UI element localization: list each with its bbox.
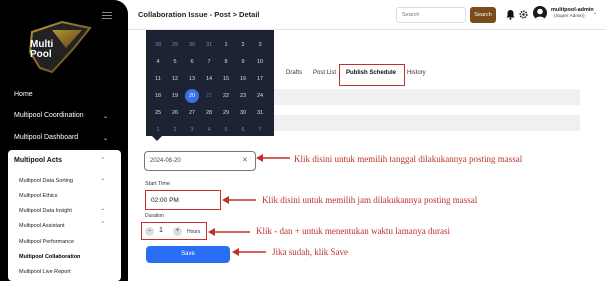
tab-post-list[interactable]: Post List [313,70,336,76]
duration-unit: Hours [187,229,201,235]
top-header: Collaboration Issue - Post > Detail Sear… [128,0,606,30]
calendar-day[interactable]: 18 [151,89,165,103]
calendar-day[interactable]: 5 [219,123,233,137]
duration-annotation: Klik - dan + untuk menentukan waktu lama… [256,226,451,236]
sidebar-item-coordination[interactable]: Multipool Coordination [14,112,84,119]
calendar-day[interactable]: 16 [236,72,250,86]
calendar-day[interactable]: 13 [185,72,199,86]
time-annotation: Klik disini untuk memilih jam dilakukann… [262,195,478,205]
calendar-day[interactable]: 20 [185,89,199,103]
calendar-day[interactable]: 24 [253,89,267,103]
chevron-up-icon[interactable]: ⌃ [101,221,105,227]
logo-text: Multi Pool [30,40,53,60]
content-row [262,89,580,105]
tab-history[interactable]: History [407,70,426,76]
duration-value[interactable]: 1 [159,227,163,234]
calendar-day[interactable]: 1 [219,38,233,52]
calendar-day[interactable]: 11 [151,72,165,86]
time-field[interactable]: 02:00 PM [145,190,221,210]
calendar-day[interactable]: 19 [168,89,182,103]
calendar-day[interactable]: 15 [219,72,233,86]
calendar-day[interactable]: 3 [253,38,267,52]
chevron-down-icon[interactable]: ⌄ [101,206,105,212]
calendar-day[interactable]: 30 [236,106,250,120]
plus-button[interactable]: + [173,227,182,236]
menu-toggle-icon[interactable] [102,12,112,21]
submenu-item-performance[interactable]: Multipool Performance [19,239,74,245]
sidebar-item-home[interactable]: Home [14,91,33,98]
calendar-day[interactable]: 17 [253,72,267,86]
calendar-day[interactable]: 3 [185,123,199,137]
calendar-day[interactable]: 7 [253,123,267,137]
sidebar-item-acts[interactable]: Multipool Acts [14,157,62,164]
calendar-day[interactable]: 29 [219,106,233,120]
submenu-item-ethics[interactable]: Multipool Ethics [19,193,58,199]
submenu-item-live-report[interactable]: Multipool Live Report [19,269,71,275]
minus-button[interactable]: − [145,227,154,236]
calendar-day[interactable]: 4 [151,55,165,69]
avatar[interactable] [533,6,547,20]
calendar-day[interactable]: 22 [219,89,233,103]
calendar-day[interactable]: 14 [202,72,216,86]
calendar-day[interactable]: 2 [168,123,182,137]
chevron-down-icon[interactable]: ⌄ [593,10,597,16]
search-button[interactable]: Search [470,7,496,23]
calendar-day[interactable]: 7 [202,55,216,69]
calendar-day[interactable]: 25 [151,106,165,120]
chevron-down-icon: ⌄ [102,136,108,142]
content-row [262,115,580,131]
breadcrumb: Collaboration Issue - Post > Detail [138,10,260,19]
calendar-day[interactable]: 30 [185,38,199,52]
arrow-icon [232,248,266,256]
chevron-up-icon[interactable]: ⌃ [101,157,105,163]
clear-icon[interactable]: ✕ [242,156,248,164]
calendar-day[interactable]: 10 [253,55,267,69]
calendar-day[interactable]: 6 [185,55,199,69]
calendar-day[interactable]: 1 [151,123,165,137]
date-picker-calendar: 28 29 30 31 1 2 3 4 5 6 7 8 9 10 11 12 13 14 15 16 17 18 19 20 2… [146,30,274,141]
calendar-day[interactable]: 31 [202,38,216,52]
submenu-item-data-sorting[interactable]: Multipool Data Sorting [19,178,73,184]
sidebar: Multi Pool Home Multipool Coordination ⌄… [0,0,128,281]
save-annotation: Jika sudah, klik Save [272,247,348,257]
calendar-day[interactable]: 23 [236,89,250,103]
calendar-day[interactable]: 5 [168,55,182,69]
date-annotation: Klik disini untuk memilih tanggal dilaku… [294,154,523,164]
submenu-item-assistant[interactable]: Multipool Assistant [19,223,65,229]
calendar-day[interactable]: 8 [219,55,233,69]
calendar-day[interactable]: 12 [168,72,182,86]
bell-icon[interactable] [506,9,515,20]
chevron-down-icon[interactable]: ⌄ [101,176,105,182]
arrow-icon [256,154,290,162]
calendar-day[interactable]: 28 [202,106,216,120]
calendar-day[interactable]: 9 [236,55,250,69]
submenu-item-data-insight[interactable]: Multipool Data Insight [19,208,72,214]
chevron-down-icon: ⌄ [102,114,108,120]
sidebar-item-dashboard[interactable]: Multipool Dashboard [14,134,78,141]
calendar-day[interactable]: 31 [253,106,267,120]
gear-icon[interactable] [519,10,528,19]
duration-label: Duration [145,213,164,219]
publish-schedule-highlight [339,64,405,86]
user-role: (Super Admin) [554,14,585,19]
arrow-icon [208,228,250,236]
date-field[interactable]: 2024-08-20 [144,151,256,171]
calendar-day[interactable]: 28 [151,38,165,52]
start-time-label: Start Time [145,181,171,187]
calendar-day[interactable]: 26 [168,106,182,120]
calendar-day[interactable]: 29 [168,38,182,52]
calendar-day[interactable]: 2 [236,38,250,52]
calendar-day[interactable]: 6 [236,123,250,137]
save-button[interactable]: Save [146,246,230,263]
calendar-day[interactable]: 4 [202,123,216,137]
arrow-icon [222,196,256,204]
username: multipool-admin [551,7,594,13]
sidebar-submenu-acts: Multipool Acts ⌃ Multipool Data Sorting … [8,150,121,281]
calendar-day[interactable]: 21 [202,89,216,103]
logo-text-line2: Pool [30,49,52,60]
tab-drafts[interactable]: Drafts [286,70,302,76]
search-input[interactable] [396,7,466,23]
calendar-day[interactable]: 27 [185,106,199,120]
submenu-item-collaboration[interactable]: Multipool Collaboration [19,254,80,260]
